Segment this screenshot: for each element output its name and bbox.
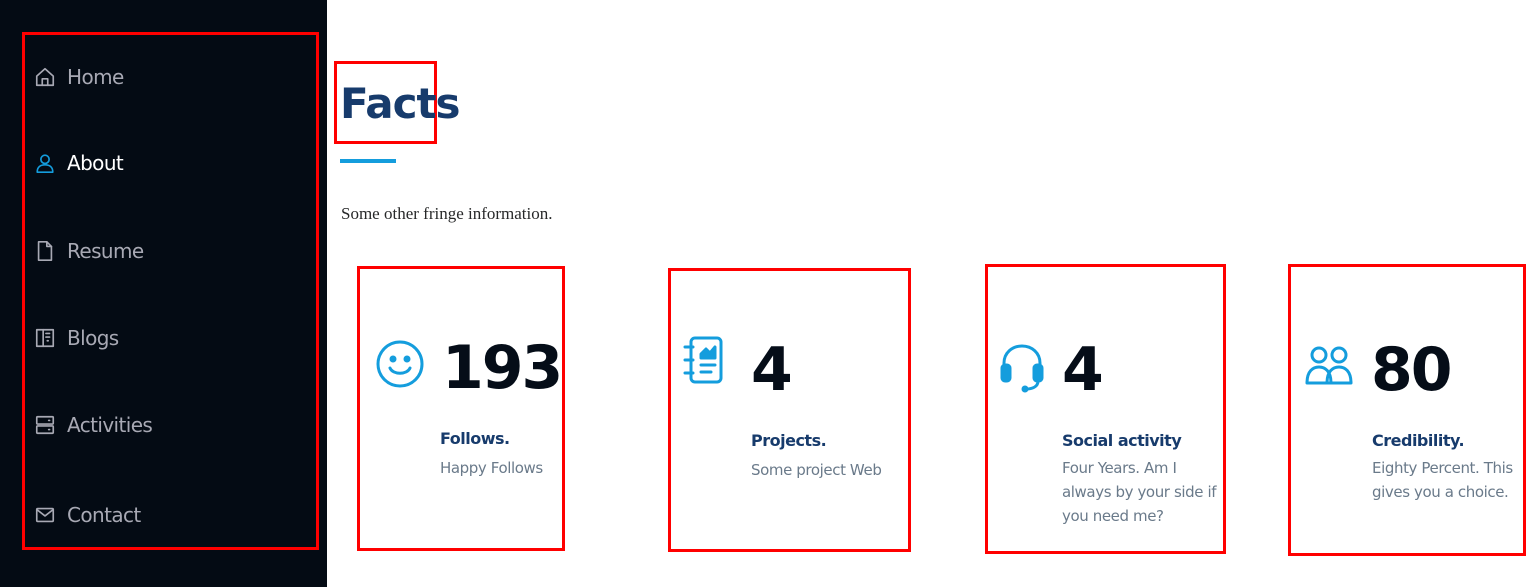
fact-label: Credibility. [1372, 431, 1465, 450]
smiley-icon [374, 338, 426, 390]
file-icon [33, 239, 57, 263]
sidebar-item-activities[interactable]: Activities [33, 405, 303, 445]
journal-richtext-icon [679, 334, 731, 386]
sidebar-item-label: Home [67, 65, 124, 89]
sidebar-item-label: Resume [67, 239, 144, 263]
headset-icon [996, 341, 1048, 393]
fact-label: Social activity [1062, 431, 1182, 450]
sidebar-item-label: Activities [67, 413, 153, 437]
section-title: Facts [340, 79, 461, 128]
server-icon [33, 413, 57, 437]
fact-count: 4 [751, 335, 793, 405]
fact-card-projects: 4 Projects. Some project Web [668, 268, 911, 552]
people-icon [1303, 339, 1355, 391]
sidebar-item-resume[interactable]: Resume [33, 231, 303, 271]
sidebar-item-label: Contact [67, 503, 141, 527]
fact-description: Eighty Percent. This gives you a choice. [1372, 459, 1513, 501]
sidebar-item-about[interactable]: About [33, 143, 303, 183]
fact-count: 4 [1062, 335, 1104, 405]
sidebar-item-label: About [67, 151, 124, 175]
fact-count: 80 [1371, 335, 1452, 405]
envelope-icon [33, 503, 57, 527]
fact-label: Projects. [751, 431, 827, 450]
title-underline [340, 159, 396, 163]
fact-label: Follows. [440, 429, 510, 448]
fact-card-social-activity: 4 Social activity Four Years. Am I alway… [985, 264, 1226, 554]
fact-description: Four Years. Am I always by your side if … [1062, 459, 1217, 525]
fact-description: Happy Follows [440, 459, 543, 477]
sidebar-item-home[interactable]: Home [33, 57, 303, 97]
sidebar: Home About Resume Blogs Activities Conta… [0, 0, 327, 587]
fact-count: 193 [442, 333, 563, 403]
sidebar-item-contact[interactable]: Contact [33, 495, 303, 535]
person-icon [33, 151, 57, 175]
fact-card-credibility: 80 Credibility. Eighty Percent. This giv… [1288, 264, 1526, 556]
book-icon [33, 326, 57, 350]
sidebar-item-blogs[interactable]: Blogs [33, 318, 303, 358]
fact-description: Some project Web [751, 461, 882, 479]
section-description: Some other fringe information. [341, 204, 553, 223]
sidebar-item-label: Blogs [67, 326, 119, 350]
fact-card-follows: 193 Follows. Happy Follows [357, 266, 565, 551]
house-icon [33, 65, 57, 89]
sidebar-highlight-box [22, 32, 319, 550]
